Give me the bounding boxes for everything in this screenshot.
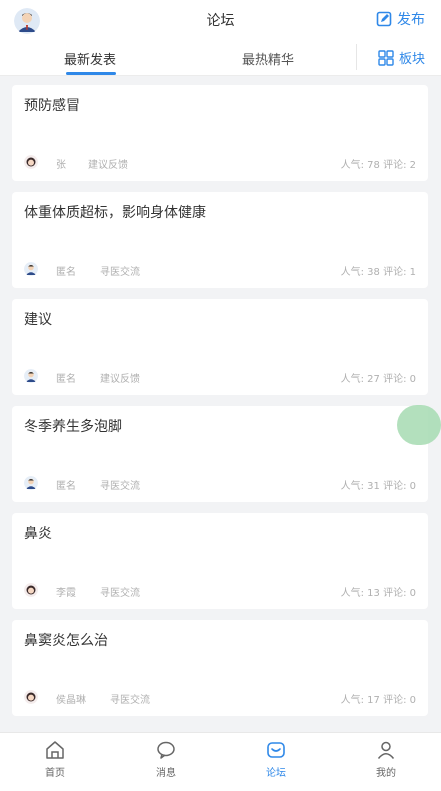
post-meta: 张 建议反馈 人气: 78 评论: 2 [24, 155, 416, 171]
post-stats: 人气: 38 评论: 1 [340, 267, 416, 278]
nav-mine[interactable]: 我的 [356, 739, 416, 779]
board-label: 板块 [398, 52, 425, 67]
post-meta: 侯晶琳 寻医交流 人气: 17 评论: 0 [24, 690, 416, 706]
nav-mine-label: 我的 [376, 768, 396, 779]
post-category: 寻医交流 [100, 267, 140, 278]
post-author: 侯晶琳 [56, 695, 86, 706]
post-stats: 人气: 13 评论: 0 [340, 588, 416, 599]
nav-forum[interactable]: 论坛 [246, 739, 306, 779]
nav-home-label: 首页 [45, 768, 65, 779]
post-author: 匿名 [56, 267, 76, 278]
avatar [24, 155, 38, 169]
post-stats: 人气: 27 评论: 0 [340, 374, 416, 385]
avatar [24, 690, 38, 704]
post-stats: 人气: 17 评论: 0 [340, 695, 416, 706]
post-card[interactable]: 体重体质超标，影响身体健康 匿名 寻医交流 人气: 38 评论: 1 [12, 192, 428, 288]
post-category: 寻医交流 [100, 588, 140, 599]
female-avatar-icon [24, 583, 38, 597]
post-category: 寻医交流 [110, 695, 150, 706]
post-author: 张 [56, 160, 66, 171]
tab-latest[interactable]: 最新发表 [64, 49, 116, 68]
post-stats: 人气: 31 评论: 0 [340, 481, 416, 492]
message-icon [157, 741, 175, 759]
post-author: 匿名 [56, 374, 76, 385]
post-title: 冬季养生多泡脚 [24, 419, 122, 435]
page-title: 论坛 [206, 13, 235, 29]
post-title: 体重体质超标，影响身体健康 [24, 205, 206, 221]
top-bar: 论坛 发布 [0, 0, 441, 38]
post-category: 建议反馈 [88, 160, 128, 171]
post-title: 鼻炎 [24, 526, 52, 542]
post-title: 鼻窦炎怎么治 [24, 633, 108, 649]
bottom-nav: 首页 消息 论坛 我的 [0, 732, 441, 791]
post-title: 预防感冒 [24, 98, 80, 114]
tab-bar: 最新发表 最热精华 板块 [0, 38, 441, 76]
publish-button[interactable]: 发布 [376, 9, 425, 29]
male-avatar-icon [24, 476, 38, 490]
board-button[interactable]: 板块 [378, 48, 425, 67]
floating-action-button[interactable] [397, 405, 441, 445]
nav-messages-label: 消息 [156, 768, 176, 779]
publish-label: 发布 [397, 12, 425, 28]
post-meta: 匿名 寻医交流 人气: 31 评论: 0 [24, 476, 416, 492]
home-icon [46, 741, 64, 759]
nav-messages[interactable]: 消息 [136, 739, 196, 779]
post-card[interactable]: 冬季养生多泡脚 匿名 寻医交流 人气: 31 评论: 0 [12, 406, 428, 502]
post-category: 寻医交流 [100, 481, 140, 492]
post-author: 匿名 [56, 481, 76, 492]
post-title: 建议 [24, 312, 52, 328]
female-avatar-icon [24, 690, 38, 704]
post-author: 李霞 [56, 588, 76, 599]
male-avatar-icon [24, 262, 38, 276]
nav-forum-label: 论坛 [266, 768, 286, 779]
female-avatar-icon [24, 155, 38, 169]
avatar [24, 476, 38, 490]
grid-icon [378, 49, 394, 66]
forum-icon [267, 742, 285, 758]
post-meta: 匿名 寻医交流 人气: 38 评论: 1 [24, 262, 416, 278]
post-card[interactable]: 预防感冒 张 建议反馈 人气: 78 评论: 2 [12, 85, 428, 181]
post-card[interactable]: 鼻窦炎怎么治 侯晶琳 寻医交流 人气: 17 评论: 0 [12, 620, 428, 716]
post-card[interactable]: 建议 匿名 建议反馈 人气: 27 评论: 0 [12, 299, 428, 395]
avatar [24, 262, 38, 276]
post-category: 建议反馈 [100, 374, 140, 385]
avatar [24, 583, 38, 597]
post-meta: 匿名 建议反馈 人气: 27 评论: 0 [24, 369, 416, 385]
post-meta: 李霞 寻医交流 人气: 13 评论: 0 [24, 583, 416, 599]
male-avatar-icon [24, 369, 38, 383]
avatar [24, 369, 38, 383]
edit-icon [376, 11, 392, 27]
tab-divider [356, 44, 357, 70]
user-icon [377, 741, 395, 759]
active-tab-indicator [66, 72, 116, 75]
nav-home[interactable]: 首页 [25, 739, 85, 779]
tab-hot[interactable]: 最热精华 [242, 49, 294, 68]
post-card[interactable]: 鼻炎 李霞 寻医交流 人气: 13 评论: 0 [12, 513, 428, 609]
post-stats: 人气: 78 评论: 2 [340, 160, 416, 171]
